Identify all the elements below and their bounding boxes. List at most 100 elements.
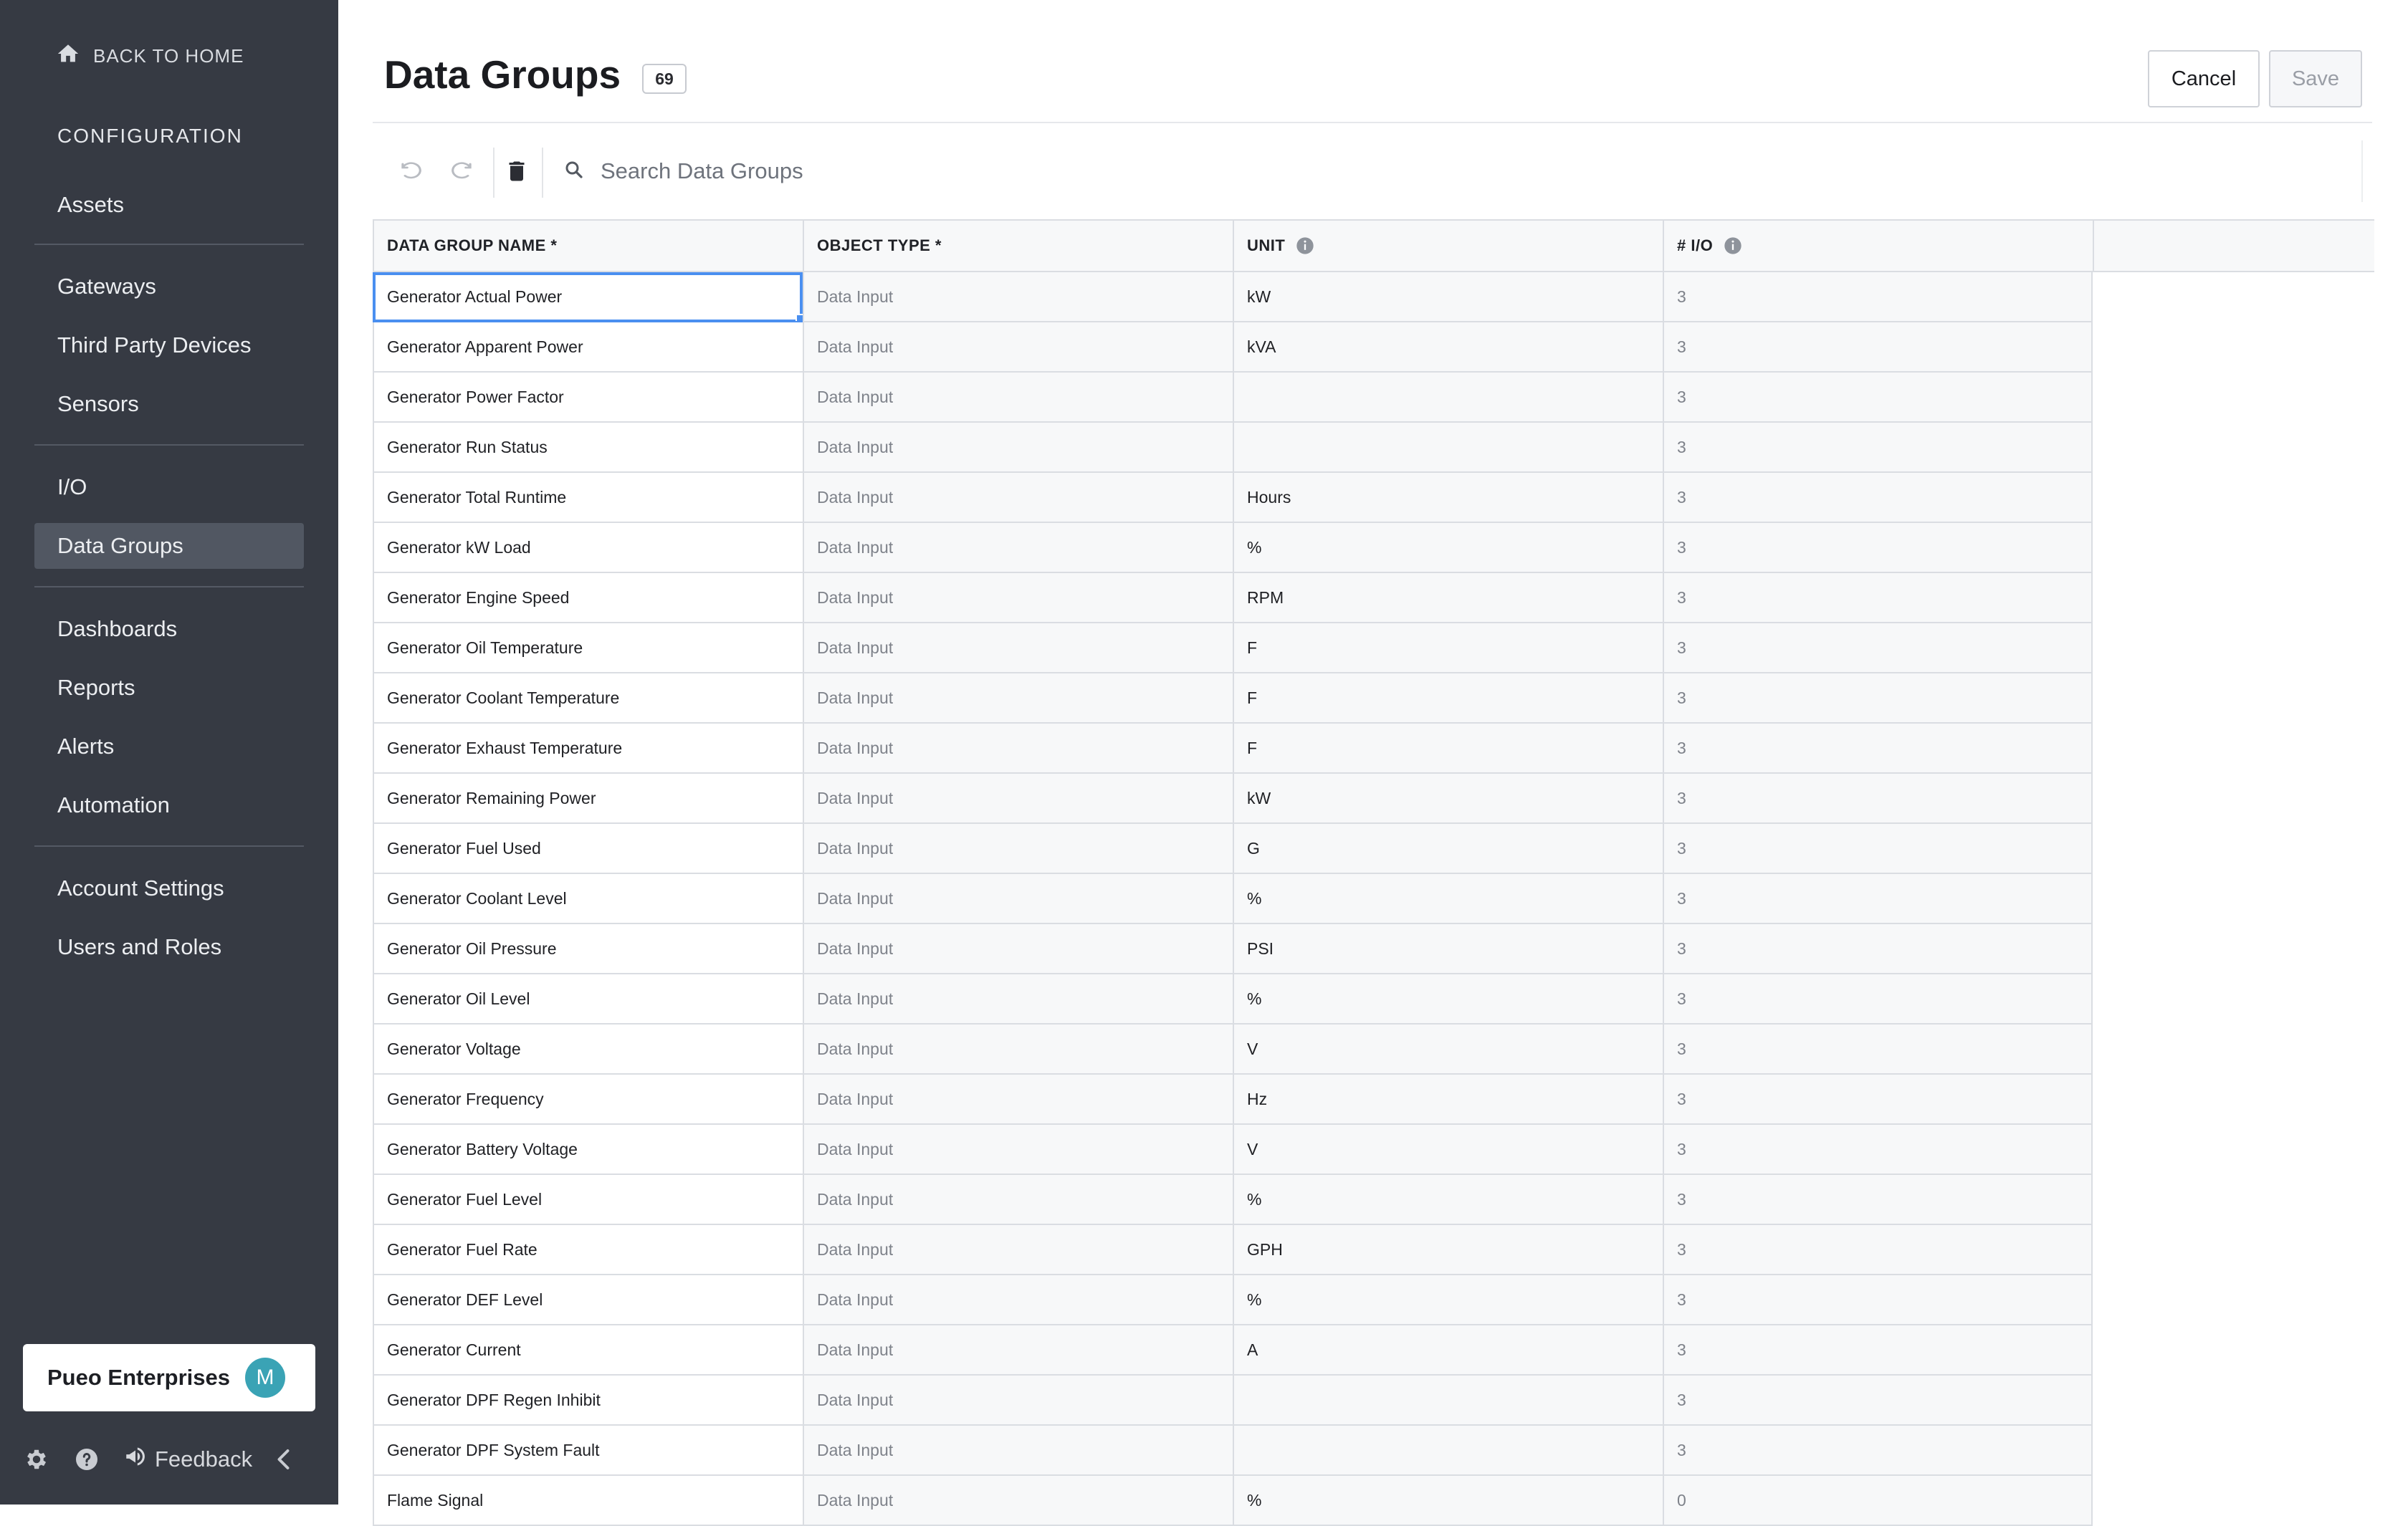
io-count-cell[interactable]: 3 [1663,473,2093,523]
column-header-object-type[interactable]: OBJECT TYPE * [803,221,1233,271]
help-icon[interactable] [73,1446,100,1473]
sidebar-item-account-settings[interactable]: Account Settings [34,865,304,911]
sidebar-item-alerts[interactable]: Alerts [34,724,304,769]
name-cell[interactable]: Generator Oil Level [373,974,803,1024]
object-type-cell[interactable]: Data Input [803,1225,1233,1275]
unit-cell[interactable]: kW [1233,272,1663,322]
object-type-cell[interactable]: Data Input [803,523,1233,573]
name-cell[interactable]: Generator Actual Power [373,272,803,322]
info-icon[interactable] [1295,236,1315,256]
object-type-cell[interactable]: Data Input [803,1125,1233,1175]
name-cell[interactable]: Generator Remaining Power [373,774,803,824]
object-type-cell[interactable]: Data Input [803,1476,1233,1526]
io-count-cell[interactable]: 3 [1663,373,2093,423]
sidebar-item-reports[interactable]: Reports [34,665,304,711]
info-icon[interactable] [1723,236,1743,256]
name-cell[interactable]: Generator Voltage [373,1024,803,1075]
io-count-cell[interactable]: 3 [1663,623,2093,673]
io-count-cell[interactable]: 3 [1663,673,2093,724]
unit-cell[interactable]: F [1233,623,1663,673]
name-cell[interactable]: Generator Frequency [373,1075,803,1125]
object-type-cell[interactable]: Data Input [803,724,1233,774]
organization-switcher[interactable]: Pueo Enterprises M [23,1344,315,1411]
unit-cell[interactable]: PSI [1233,924,1663,974]
unit-cell[interactable]: GPH [1233,1225,1663,1275]
feedback-button[interactable]: Feedback [123,1444,252,1474]
object-type-cell[interactable]: Data Input [803,673,1233,724]
io-count-cell[interactable]: 3 [1663,774,2093,824]
io-count-cell[interactable]: 3 [1663,423,2093,473]
object-type-cell[interactable]: Data Input [803,1376,1233,1426]
sidebar-item-gateways[interactable]: Gateways [34,264,304,309]
name-cell[interactable]: Generator Apparent Power [373,322,803,373]
object-type-cell[interactable]: Data Input [803,1024,1233,1075]
io-count-cell[interactable]: 3 [1663,1125,2093,1175]
io-count-cell[interactable]: 3 [1663,272,2093,322]
io-count-cell[interactable]: 3 [1663,1325,2093,1376]
name-cell[interactable]: Generator Exhaust Temperature [373,724,803,774]
cancel-button[interactable]: Cancel [2148,50,2260,107]
unit-cell[interactable]: % [1233,1476,1663,1526]
name-cell[interactable]: Generator Coolant Temperature [373,673,803,724]
object-type-cell[interactable]: Data Input [803,623,1233,673]
redo-icon[interactable] [446,155,479,188]
name-cell[interactable]: Flame Signal [373,1476,803,1526]
search-input[interactable] [599,158,1390,185]
name-cell[interactable]: Generator Power Factor [373,373,803,423]
name-cell[interactable]: Generator Fuel Rate [373,1225,803,1275]
sidebar-item-users-and-roles[interactable]: Users and Roles [34,924,304,970]
name-cell[interactable]: Generator Run Status [373,423,803,473]
object-type-cell[interactable]: Data Input [803,924,1233,974]
object-type-cell[interactable]: Data Input [803,1175,1233,1225]
name-cell[interactable]: Generator DPF Regen Inhibit [373,1376,803,1426]
sidebar-item-sensors[interactable]: Sensors [34,381,304,427]
back-to-home-link[interactable]: BACK TO HOME [56,43,244,69]
io-count-cell[interactable]: 3 [1663,924,2093,974]
object-type-cell[interactable]: Data Input [803,322,1233,373]
unit-cell[interactable] [1233,423,1663,473]
unit-cell[interactable]: % [1233,523,1663,573]
unit-cell[interactable]: Hz [1233,1075,1663,1125]
name-cell[interactable]: Generator Engine Speed [373,573,803,623]
name-cell[interactable]: Generator Current [373,1325,803,1376]
fill-handle[interactable] [796,314,803,321]
io-count-cell[interactable]: 3 [1663,974,2093,1024]
save-button[interactable]: Save [2269,50,2362,107]
io-count-cell[interactable]: 0 [1663,1476,2093,1526]
unit-cell[interactable]: A [1233,1325,1663,1376]
io-count-cell[interactable]: 3 [1663,1024,2093,1075]
io-count-cell[interactable]: 3 [1663,724,2093,774]
column-header-unit[interactable]: UNIT [1233,221,1663,271]
column-header-name[interactable]: DATA GROUP NAME * [373,221,803,271]
io-count-cell[interactable]: 3 [1663,824,2093,874]
unit-cell[interactable]: G [1233,824,1663,874]
object-type-cell[interactable]: Data Input [803,774,1233,824]
name-cell[interactable]: Generator Coolant Level [373,874,803,924]
undo-icon[interactable] [394,155,427,188]
gear-icon[interactable] [23,1446,50,1473]
object-type-cell[interactable]: Data Input [803,423,1233,473]
object-type-cell[interactable]: Data Input [803,824,1233,874]
io-count-cell[interactable]: 3 [1663,1275,2093,1325]
sidebar-item-data-groups[interactable]: Data Groups [34,523,304,569]
name-cell[interactable]: Generator Total Runtime [373,473,803,523]
object-type-cell[interactable]: Data Input [803,1426,1233,1476]
unit-cell[interactable]: RPM [1233,573,1663,623]
name-cell[interactable]: Generator Fuel Used [373,824,803,874]
unit-cell[interactable] [1233,373,1663,423]
object-type-cell[interactable]: Data Input [803,1075,1233,1125]
unit-cell[interactable]: % [1233,974,1663,1024]
object-type-cell[interactable]: Data Input [803,1325,1233,1376]
sidebar-item-automation[interactable]: Automation [34,782,304,828]
sidebar-item-assets[interactable]: Assets [34,182,304,228]
trash-icon[interactable] [500,155,533,188]
unit-cell[interactable]: V [1233,1125,1663,1175]
name-cell[interactable]: Generator Fuel Level [373,1175,803,1225]
unit-cell[interactable]: F [1233,673,1663,724]
object-type-cell[interactable]: Data Input [803,272,1233,322]
name-cell[interactable]: Generator DPF System Fault [373,1426,803,1476]
unit-cell[interactable]: % [1233,1275,1663,1325]
object-type-cell[interactable]: Data Input [803,874,1233,924]
unit-cell[interactable]: kVA [1233,322,1663,373]
sidebar-item-dashboards[interactable]: Dashboards [34,606,304,652]
